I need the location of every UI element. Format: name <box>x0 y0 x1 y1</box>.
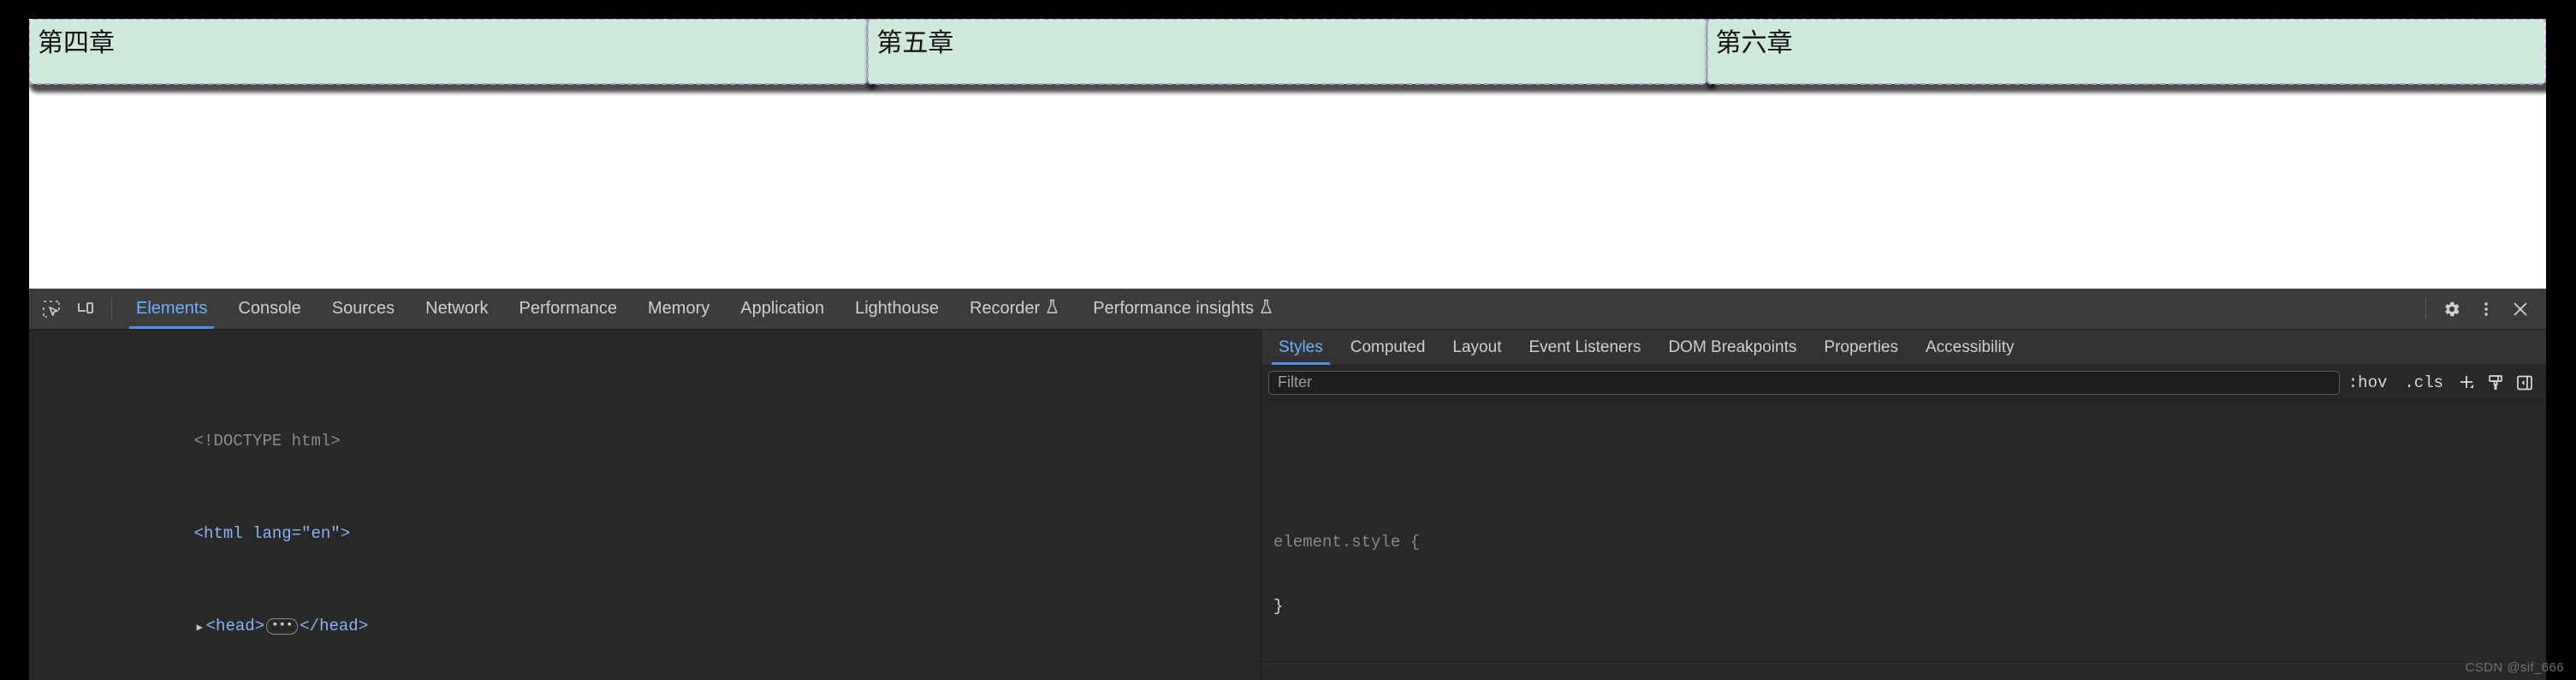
css-selector[interactable]: element.style <box>1273 533 1400 552</box>
gear-icon[interactable] <box>2435 292 2469 326</box>
tab-elements-label: Elements <box>136 299 208 318</box>
tab-dom-breakpoints-label: DOM Breakpoints <box>1668 337 1797 356</box>
collapsed-children-icon[interactable]: ••• <box>266 618 299 635</box>
browser-viewport: 第四章 第五章 第六章 Elements Console Sources Net… <box>29 19 2546 680</box>
chapter-box-3[interactable]: 第六章 <box>1706 19 2546 85</box>
tab-lighthouse[interactable]: Lighthouse <box>840 289 954 329</box>
dom-row[interactable]: ▶ <head> ••• </head> <box>29 592 1261 635</box>
tab-memory-label: Memory <box>648 299 710 318</box>
experiment-flask-icon <box>1046 299 1059 319</box>
tab-recorder[interactable]: Recorder <box>954 289 1074 329</box>
device-toolbar-icon[interactable] <box>68 292 103 326</box>
more-vertical-icon[interactable] <box>2469 292 2503 326</box>
tab-accessibility-label: Accessibility <box>1926 337 2015 356</box>
tab-properties-label: Properties <box>1824 337 1898 356</box>
close-icon[interactable] <box>2503 292 2537 326</box>
tab-elements[interactable]: Elements <box>121 289 223 329</box>
dom-doctype: <!DOCTYPE html> <box>193 432 341 450</box>
css-rule-element-style[interactable]: element.style { } <box>1261 486 2546 665</box>
watermark: CSDN @sif_666 <box>2465 660 2564 675</box>
toolbar-divider <box>111 297 112 320</box>
tab-layout-label: Layout <box>1452 337 1502 356</box>
tab-console[interactable]: Console <box>223 289 316 329</box>
tab-recorder-label: Recorder <box>969 299 1041 318</box>
tab-performance-insights[interactable]: Performance insights <box>1074 289 1291 329</box>
screenshot-root: 第四章 第五章 第六章 Elements Console Sources Net… <box>0 0 2576 680</box>
toolbar-divider-right <box>2425 297 2426 320</box>
tab-performance[interactable]: Performance <box>504 289 633 329</box>
devtools-panel: Elements Console Sources Network Perform… <box>29 289 2546 680</box>
tab-dom-breakpoints[interactable]: DOM Breakpoints <box>1654 330 1810 365</box>
tab-layout[interactable]: Layout <box>1439 330 1515 365</box>
devtools-toolbar: Elements Console Sources Network Perform… <box>29 289 2546 330</box>
tab-memory[interactable]: Memory <box>632 289 725 329</box>
expand-arrow-head[interactable]: ▶ <box>197 617 206 640</box>
tab-event-listeners-label: Event Listeners <box>1528 337 1641 356</box>
css-close-brace: } <box>1273 597 1284 616</box>
dom-head-open: <head> <box>205 617 265 635</box>
sidebar-toggle-icon[interactable] <box>2510 370 2539 396</box>
tab-event-listeners[interactable]: Event Listeners <box>1515 330 1654 365</box>
toolbar-right-actions <box>2417 292 2541 326</box>
tab-styles[interactable]: Styles <box>1265 330 1337 365</box>
dom-head-close: </head> <box>300 617 369 635</box>
dom-html-open: <html lang="en"> <box>193 524 351 543</box>
tab-application-label: Application <box>740 299 825 318</box>
styles-filter-row: :hov .cls <box>1261 366 2546 400</box>
tab-network-label: Network <box>425 299 489 318</box>
tab-computed-label: Computed <box>1350 337 1426 356</box>
cls-button[interactable]: .cls <box>2395 373 2452 392</box>
tab-performance-label: Performance <box>519 299 618 318</box>
tab-properties[interactable]: Properties <box>1810 330 1912 365</box>
dom-tree-pane[interactable]: ▶<!DOCTYPE html> ▶<html lang="en"> ▶<hea… <box>29 330 1261 680</box>
tab-application[interactable]: Application <box>725 289 840 329</box>
styles-pane: Styles Computed Layout Event Listeners D… <box>1261 330 2546 680</box>
tab-sources-label: Sources <box>331 299 395 318</box>
experiment-flask-icon <box>1260 299 1273 319</box>
tab-performance-insights-label: Performance insights <box>1093 299 1255 318</box>
css-rules-list: element.style { } styles.css:9 .wrapper … <box>1261 400 2546 680</box>
chapter-box-2[interactable]: 第五章 <box>867 19 1708 85</box>
tab-console-label: Console <box>238 299 301 318</box>
devtools-body: ▶<!DOCTYPE html> ▶<html lang="en"> ▶<hea… <box>29 330 2546 680</box>
css-open-brace: { <box>1410 533 1421 552</box>
wrapper-flex-container: 第四章 第五章 第六章 <box>29 19 2546 85</box>
tab-computed[interactable]: Computed <box>1337 330 1439 365</box>
chapter-box-1[interactable]: 第四章 <box>29 19 870 85</box>
dom-row[interactable]: ▶<!DOCTYPE html> <box>29 407 1261 450</box>
tab-network[interactable]: Network <box>410 289 503 329</box>
devtools-tabs: Elements Console Sources Network Perform… <box>121 289 2417 329</box>
hov-button[interactable]: :hov <box>2340 373 2396 392</box>
tab-sources[interactable]: Sources <box>317 289 410 329</box>
dom-row[interactable]: ▶<html lang="en"> <box>29 499 1261 543</box>
tab-styles-label: Styles <box>1279 337 1323 356</box>
search-input[interactable] <box>1268 370 2340 395</box>
inspect-element-icon[interactable] <box>34 292 68 326</box>
paintbrush-icon[interactable] <box>2481 370 2510 396</box>
dom-tree: ▶<!DOCTYPE html> ▶<html lang="en"> ▶<hea… <box>29 337 1261 680</box>
styles-tabbar: Styles Computed Layout Event Listeners D… <box>1261 330 2546 366</box>
tab-lighthouse-label: Lighthouse <box>855 299 939 318</box>
tab-accessibility[interactable]: Accessibility <box>1912 330 2027 365</box>
plus-icon[interactable] <box>2452 370 2481 396</box>
rendered-page: 第四章 第五章 第六章 <box>29 19 2546 289</box>
